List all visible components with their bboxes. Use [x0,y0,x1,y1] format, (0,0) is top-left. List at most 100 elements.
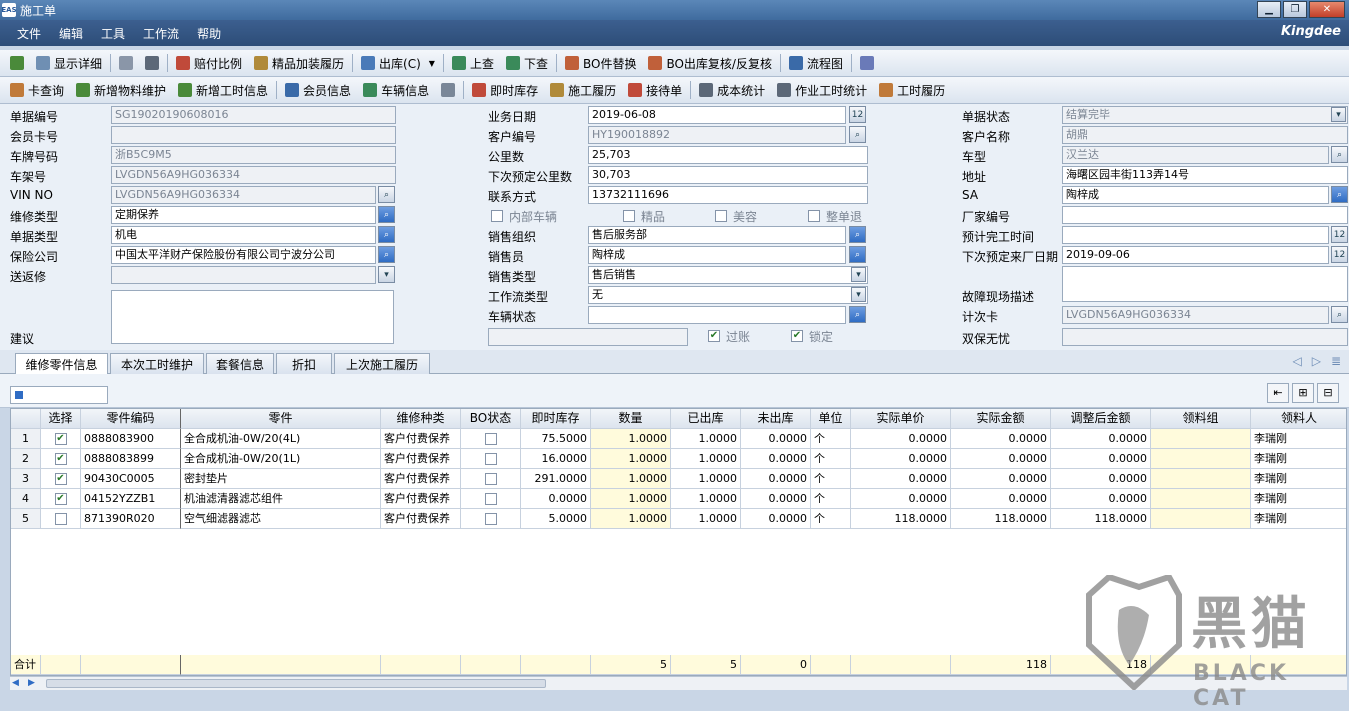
horizontal-scrollbar[interactable]: ◀ ▶ [10,676,1347,690]
scroll-left-icon[interactable]: ◀ [12,678,19,688]
unit-price-cell[interactable]: 0.0000 [851,449,951,469]
search-icon[interactable]: ⌕ [378,246,395,263]
stock-cell[interactable]: 5.0000 [521,509,591,529]
print-preview-button[interactable] [113,52,139,74]
est-finish-field[interactable] [1062,226,1329,244]
quantity-cell[interactable]: 1.0000 [591,449,671,469]
search-icon[interactable]: ⌕ [849,306,866,323]
full-return-checkbox[interactable] [808,210,820,222]
doc-number-field[interactable]: SG19020190608016 [111,106,396,124]
mileage-field[interactable]: 25,703 [588,146,868,164]
unit-price-cell[interactable]: 118.0000 [851,509,951,529]
trace-up-button[interactable]: 上查 [446,52,500,74]
card-query-button[interactable]: 卡查询 [4,79,70,101]
scroll-thumb[interactable] [46,679,546,688]
doc-status-select[interactable]: 结算完毕 [1062,106,1348,124]
picking-group-cell[interactable] [1151,449,1251,469]
send-repair-field[interactable] [111,266,376,284]
search-icon[interactable]: ⌕ [1331,306,1348,323]
unit-cell[interactable]: 个 [811,509,851,529]
chevron-down-icon[interactable]: ▾ [1331,107,1346,122]
table-row[interactable]: 2 ✔ 0888083899 全合成机油-0W/20(1L) 客户付费保养 16.0000… [11,449,1346,469]
not-issued-cell[interactable]: 0.0000 [741,449,811,469]
search-icon[interactable]: ⌕ [849,126,866,143]
bo-checkbox[interactable] [484,493,497,505]
stock-cell[interactable]: 75.5000 [521,429,591,449]
column-header[interactable]: 已出库 [671,409,741,429]
next-visit-field[interactable]: 2019-09-06 [1062,246,1329,264]
part-code-cell[interactable]: 871390R020 [81,509,181,529]
labor-history-button[interactable]: 工时履历 [873,79,951,101]
search-icon[interactable]: ⌕ [1331,146,1348,163]
picker-cell[interactable]: 李瑞刚 [1251,449,1346,469]
issued-cell[interactable]: 1.0000 [671,469,741,489]
menu-workflow[interactable]: 工作流 [134,25,188,42]
beauty-checkbox[interactable] [715,210,727,222]
reception-button[interactable]: 接待单 [622,79,688,101]
column-header[interactable]: 零件 [181,409,381,429]
show-detail-button[interactable]: 显示详细 [30,52,108,74]
row-select-checkbox[interactable]: ✔ [54,453,67,465]
model-field[interactable]: 汉兰达 [1062,146,1329,164]
not-issued-cell[interactable]: 0.0000 [741,489,811,509]
table-row[interactable]: 5 871390R020 空气细滤器滤芯 客户付费保养 5.0000 1.0000 1.00… [11,509,1346,529]
adjusted-amount-cell[interactable]: 0.0000 [1051,449,1151,469]
repair-type-field[interactable]: 定期保养 [111,206,376,224]
close-icon[interactable]: ✕ [1309,1,1345,18]
doc-type-field[interactable]: 机电 [111,226,376,244]
tab-last-history[interactable]: 上次施工履历 [334,353,430,374]
print-button[interactable] [139,52,165,74]
frame-number-field[interactable]: LVGDN56A9HG036334 [111,166,396,184]
picker-cell[interactable]: 李瑞刚 [1251,469,1346,489]
part-name-cell[interactable]: 全合成机油-0W/20(1L) [181,449,381,469]
row-select-checkbox[interactable] [54,513,67,525]
realtime-stock-button[interactable]: 即时库存 [466,79,544,101]
menu-tools[interactable]: 工具 [92,25,134,42]
business-date-field[interactable]: 2019-06-08 [588,106,846,124]
tab-parts[interactable]: 维修零件信息 [15,353,108,375]
grid-filter-box[interactable] [10,386,108,404]
row-select-checkbox[interactable]: ✔ [54,473,67,485]
service-history-button[interactable]: 施工履历 [544,79,622,101]
trace-down-button[interactable]: 下查 [500,52,554,74]
search-icon[interactable]: ⌕ [1331,186,1348,203]
locked-checkbox[interactable]: ✔ [791,330,803,342]
accessory-checkbox[interactable] [623,210,635,222]
issued-cell[interactable]: 1.0000 [671,449,741,469]
row-number[interactable]: 3 [11,469,41,489]
picking-group-cell[interactable] [1151,469,1251,489]
maker-number-field[interactable] [1062,206,1348,224]
chevron-down-icon[interactable]: ▼ [429,59,435,68]
calculator-button[interactable] [435,79,461,101]
minimize-icon[interactable]: ▁ [1257,1,1281,18]
picking-group-cell[interactable] [1151,489,1251,509]
column-header[interactable]: 单位 [811,409,851,429]
column-header[interactable]: 零件编码 [81,409,181,429]
stock-cell[interactable]: 16.0000 [521,449,591,469]
bo-checkbox[interactable] [484,473,497,485]
amount-cell[interactable]: 118.0000 [951,509,1051,529]
row-number[interactable]: 1 [11,429,41,449]
issued-cell[interactable]: 1.0000 [671,489,741,509]
column-header[interactable]: 调整后金额 [1051,409,1151,429]
contact-field[interactable]: 13732111696 [588,186,868,204]
menu-edit[interactable]: 编辑 [50,25,92,42]
fault-desc-textarea[interactable] [1062,266,1348,302]
part-name-cell[interactable]: 密封垫片 [181,469,381,489]
picker-cell[interactable]: 李瑞刚 [1251,429,1346,449]
insurer-field[interactable]: 中国太平洋财产保险股份有限公司宁波分公司 [111,246,376,264]
member-card-field[interactable] [111,126,396,144]
outbound-button[interactable]: 出库(C) ▼ [355,52,441,74]
stock-cell[interactable]: 0.0000 [521,489,591,509]
row-select-checkbox[interactable]: ✔ [54,433,67,445]
count-card-field[interactable]: LVGDN56A9HG036334 [1062,306,1329,324]
repair-kind-cell[interactable]: 客户付费保养 [381,449,461,469]
cost-stats-button[interactable]: 成本统计 [693,79,771,101]
column-header[interactable]: 领料人 [1251,409,1346,429]
workflow-type-select[interactable]: 无 [588,286,868,304]
part-code-cell[interactable]: 90430C0005 [81,469,181,489]
customer-name-field[interactable]: 胡鼎 [1062,126,1348,144]
part-name-cell[interactable]: 机油滤清器滤芯组件 [181,489,381,509]
column-header[interactable]: 领料组 [1151,409,1251,429]
chevron-down-icon[interactable]: ▾ [851,267,866,282]
